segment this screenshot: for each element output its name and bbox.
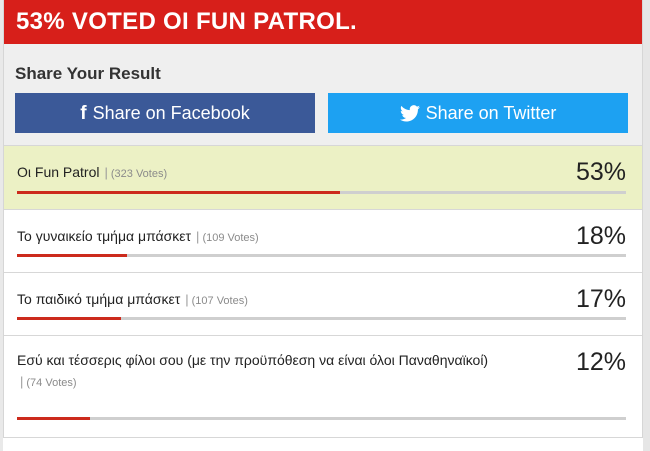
separator: | bbox=[20, 374, 24, 389]
option-line: Το παιδικό τμήμα μπάσκετ | (107 Votes) bbox=[17, 291, 537, 307]
twitter-icon bbox=[399, 105, 420, 122]
percent-value: 53% bbox=[575, 158, 626, 186]
progress-fill bbox=[17, 417, 91, 420]
share-twitter-button[interactable]: Share on Twitter bbox=[328, 93, 628, 133]
progress-fill bbox=[17, 317, 121, 320]
poll-results-panel: 53% VOTED OI FUN PATROL. Share Your Resu… bbox=[3, 0, 643, 438]
option-label: Εσύ και τέσσερις φίλοι σου (με την προϋπ… bbox=[17, 352, 489, 368]
progress-track bbox=[17, 254, 626, 257]
result-row: Το γυναικείο τμήμα μπάσκετ | (109 Votes) 1… bbox=[4, 210, 642, 273]
progress-fill bbox=[17, 254, 127, 257]
share-section: Share Your Result f Share on Facebook Sha… bbox=[4, 44, 642, 146]
page-right-edge bbox=[643, 0, 650, 451]
separator: | bbox=[196, 229, 200, 244]
vote-count: (74 Votes) bbox=[26, 377, 77, 389]
separator: | bbox=[185, 292, 189, 307]
share-title: Share Your Result bbox=[15, 64, 161, 83]
result-row: Το παιδικό τμήμα μπάσκετ | (107 Votes) 17% bbox=[4, 273, 642, 336]
vote-count: (323 Votes) bbox=[110, 168, 168, 180]
share-twitter-label: Share on Twitter bbox=[425, 103, 557, 123]
progress-track bbox=[17, 317, 626, 320]
option-label: Το παιδικό τμήμα μπάσκετ bbox=[17, 291, 181, 307]
option-label: Οι Fun Patrol bbox=[17, 164, 100, 180]
percent-value: 17% bbox=[575, 285, 626, 313]
option-line: Εσύ και τέσσερις φίλοι σου (με την προϋπ… bbox=[17, 350, 537, 394]
separator: | bbox=[104, 165, 108, 180]
progress-track bbox=[17, 417, 626, 420]
vote-count: (109 Votes) bbox=[202, 232, 259, 244]
vote-count: (107 Votes) bbox=[191, 295, 248, 307]
result-row: Οι Fun Patrol | (323 Votes) 53% bbox=[4, 146, 642, 210]
progress-fill bbox=[17, 191, 340, 194]
option-line: Το γυναικείο τμήμα μπάσκετ | (109 Votes) bbox=[17, 228, 537, 244]
progress-track bbox=[17, 191, 626, 194]
option-line: Οι Fun Patrol | (323 Votes) bbox=[17, 164, 537, 180]
percent-value: 18% bbox=[575, 222, 626, 250]
percent-value: 12% bbox=[575, 348, 626, 376]
result-headline: 53% VOTED OI FUN PATROL. bbox=[4, 0, 642, 44]
share-facebook-label: Share on Facebook bbox=[92, 103, 250, 123]
facebook-icon: f bbox=[80, 103, 87, 124]
share-facebook-button[interactable]: f Share on Facebook bbox=[15, 93, 315, 133]
option-label: Το γυναικείο τμήμα μπάσκετ bbox=[17, 228, 192, 244]
result-row: Εσύ και τέσσερις φίλοι σου (με την προϋπ… bbox=[4, 336, 642, 438]
